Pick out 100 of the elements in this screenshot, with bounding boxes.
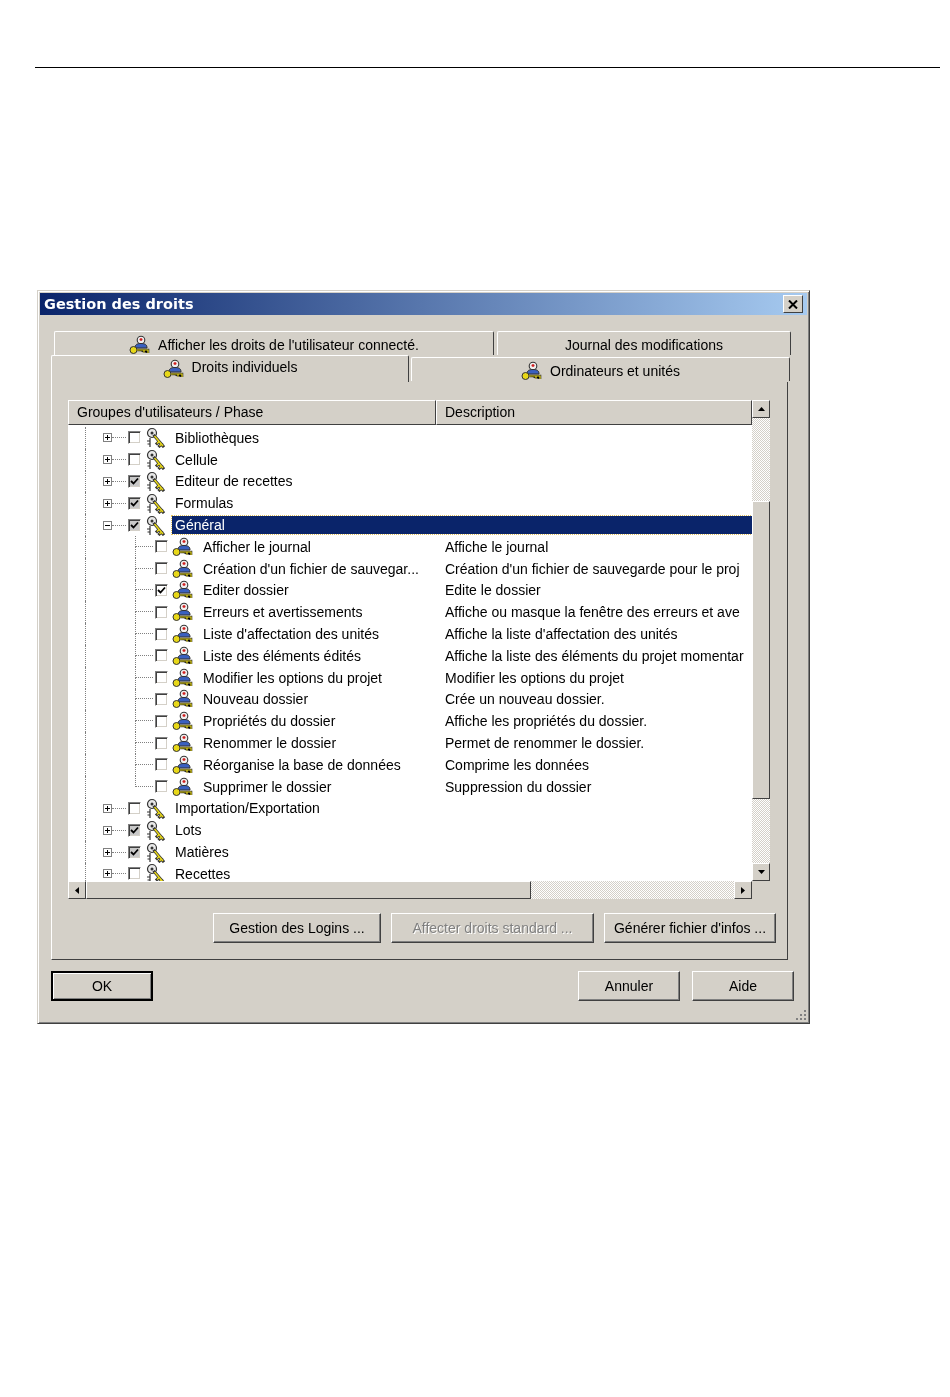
tree-item[interactable]: Liste d'affectation des unités bbox=[203, 625, 436, 644]
action-button[interactable]: Gestion des Logins ... bbox=[213, 913, 381, 943]
keys-icon bbox=[146, 427, 166, 449]
checkbox[interactable] bbox=[155, 692, 168, 706]
checkbox[interactable] bbox=[155, 780, 168, 794]
checkbox[interactable] bbox=[155, 714, 168, 728]
check-icon bbox=[130, 520, 139, 530]
expand-toggle[interactable] bbox=[103, 477, 112, 486]
keys-icon bbox=[146, 492, 166, 514]
dialog-button[interactable]: Aide bbox=[692, 971, 794, 1001]
description-text: Modifier les options du projet bbox=[445, 669, 624, 686]
tree-item[interactable]: Général bbox=[172, 516, 752, 535]
tree-item[interactable]: Renommer le dossier bbox=[203, 734, 436, 753]
checkbox[interactable] bbox=[128, 867, 141, 881]
tree-item[interactable]: Lots bbox=[172, 821, 752, 840]
check-icon bbox=[130, 847, 139, 857]
tree-item[interactable]: Réorganise la base de données bbox=[203, 755, 436, 774]
checkbox[interactable] bbox=[128, 496, 141, 510]
checkbox[interactable] bbox=[155, 736, 168, 750]
checkbox[interactable] bbox=[128, 801, 141, 815]
checkbox[interactable] bbox=[128, 845, 141, 859]
checkbox[interactable] bbox=[155, 583, 168, 597]
tab[interactable]: Droits individuels bbox=[51, 355, 409, 382]
tree-item[interactable]: Erreurs et avertissements bbox=[203, 603, 436, 622]
column-header[interactable]: Description bbox=[436, 400, 752, 425]
user-key-icon bbox=[172, 776, 193, 797]
checkbox[interactable] bbox=[155, 605, 168, 619]
tree-item[interactable]: Bibliothèques bbox=[172, 428, 752, 447]
expand-toggle[interactable] bbox=[103, 803, 112, 813]
description-text: Affiche le journal bbox=[445, 538, 549, 555]
checkbox[interactable] bbox=[155, 627, 168, 641]
down-arrow-icon bbox=[757, 870, 765, 874]
scroll-right-button[interactable] bbox=[734, 881, 752, 899]
tree-item[interactable]: Afficher le journal bbox=[203, 537, 436, 556]
window-title: Gestion des droits bbox=[44, 296, 194, 312]
tree-item[interactable]: Cellule bbox=[172, 450, 752, 469]
expand-toggle[interactable] bbox=[103, 869, 112, 879]
checkbox[interactable] bbox=[128, 453, 141, 467]
scroll-up-button[interactable] bbox=[752, 400, 770, 418]
tree-item[interactable]: Liste des éléments édités bbox=[203, 646, 436, 665]
checkbox[interactable] bbox=[155, 562, 168, 576]
tree-item[interactable]: Editer dossier bbox=[203, 581, 436, 600]
tree-item[interactable]: Supprimer le dossier bbox=[203, 777, 436, 796]
description-text: Crée un nouveau dossier. bbox=[445, 691, 605, 708]
collapse-toggle[interactable] bbox=[103, 520, 112, 530]
action-button[interactable]: Générer fichier d'infos ... bbox=[604, 913, 776, 943]
tab[interactable]: Ordinateurs et unités bbox=[411, 357, 790, 381]
tree-item[interactable]: Importation/Exportation bbox=[172, 799, 752, 818]
user-key-icon bbox=[172, 733, 193, 754]
user-key-icon bbox=[172, 645, 193, 666]
tree-item[interactable]: Formulas bbox=[172, 494, 752, 513]
keys-icon bbox=[146, 819, 166, 841]
tree-item[interactable]: Nouveau dossier bbox=[203, 690, 436, 709]
dialog-button[interactable]: Annuler bbox=[578, 971, 680, 1001]
tree-item[interactable]: Création d'un fichier de sauvegar... bbox=[203, 559, 436, 578]
scroll-thumb[interactable] bbox=[752, 501, 770, 799]
expand-toggle[interactable] bbox=[103, 498, 112, 508]
close-button[interactable] bbox=[783, 295, 803, 313]
scroll-down-button[interactable] bbox=[752, 863, 770, 881]
checkbox[interactable] bbox=[128, 475, 141, 488]
expand-toggle[interactable] bbox=[103, 847, 112, 857]
description-text: Affiche ou masque la fenêtre des erreurs et ave bbox=[445, 604, 740, 621]
expand-toggle[interactable] bbox=[103, 433, 112, 443]
checkbox[interactable] bbox=[128, 431, 141, 445]
user-key-icon bbox=[172, 536, 193, 557]
left-arrow-icon bbox=[75, 886, 79, 894]
tree-item[interactable]: Editeur de recettes bbox=[172, 472, 752, 491]
user-key-icon bbox=[172, 580, 193, 601]
resize-grip-icon[interactable] bbox=[795, 1009, 807, 1021]
user-key-icon bbox=[172, 689, 193, 710]
check-icon bbox=[157, 585, 166, 595]
keys-icon bbox=[146, 449, 166, 471]
horizontal-scrollbar[interactable] bbox=[68, 881, 752, 899]
checkbox[interactable] bbox=[155, 671, 168, 685]
tree-item[interactable]: Matières bbox=[172, 843, 752, 862]
checkbox[interactable] bbox=[128, 823, 141, 837]
dialog-button[interactable]: OK bbox=[51, 971, 153, 1001]
keys-icon bbox=[146, 841, 166, 863]
column-header[interactable]: Groupes d'utilisateurs / Phase bbox=[68, 400, 436, 425]
expand-toggle[interactable] bbox=[103, 455, 112, 465]
checkbox[interactable] bbox=[155, 649, 168, 663]
user-key-icon bbox=[172, 558, 193, 579]
description-text: Affiche la liste d'affectation des unités bbox=[445, 626, 678, 643]
check-icon bbox=[130, 825, 139, 835]
user-key-icon bbox=[172, 711, 193, 732]
tree-item[interactable]: Propriétés du dossier bbox=[203, 712, 436, 731]
checkbox[interactable] bbox=[128, 518, 141, 532]
description-text: Affiche la liste des éléments du projet momentar bbox=[445, 647, 744, 664]
tab[interactable]: Afficher les droits de l'utilisateur connecté. bbox=[54, 331, 494, 355]
scroll-thumb[interactable] bbox=[86, 881, 531, 899]
user-key-icon bbox=[172, 602, 193, 623]
scroll-left-button[interactable] bbox=[68, 881, 86, 899]
user-key-icon bbox=[172, 667, 193, 688]
tree-item[interactable]: Recettes bbox=[172, 864, 752, 881]
checkbox[interactable] bbox=[155, 758, 168, 772]
checkbox[interactable] bbox=[155, 540, 168, 554]
expand-toggle[interactable] bbox=[103, 825, 112, 835]
description-text: Affiche les propriétés du dossier. bbox=[445, 713, 648, 730]
tree-item[interactable]: Modifier les options du projet bbox=[203, 668, 436, 687]
tab[interactable]: Journal des modifications bbox=[497, 331, 791, 355]
